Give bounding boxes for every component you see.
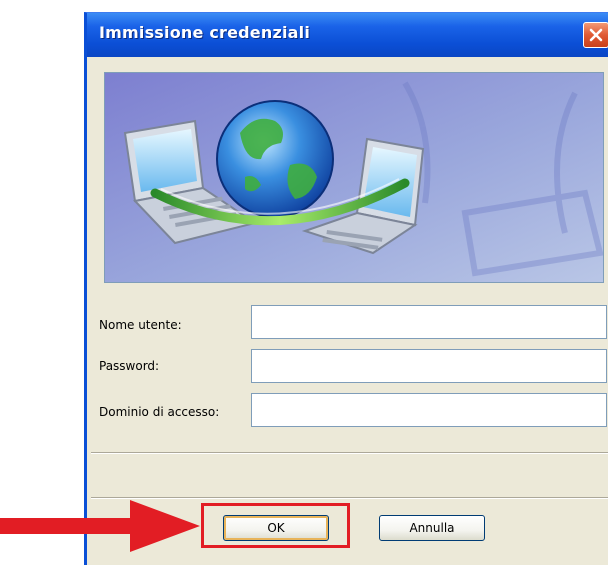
network-illustration-icon [105, 73, 603, 282]
network-banner-image [104, 72, 604, 283]
domain-input[interactable] [251, 393, 607, 427]
divider-upper [91, 452, 608, 454]
screenshot-stage: Immissione credenziali Nome utente: Pass… [0, 0, 608, 565]
pointer-arrow-icon [0, 500, 200, 552]
password-label: Password: [99, 359, 160, 373]
close-icon [589, 28, 603, 42]
dialog-title: Immissione credenziali [99, 23, 311, 42]
ok-button[interactable]: OK [223, 515, 329, 541]
dialog-titlebar[interactable]: Immissione credenziali [87, 13, 608, 57]
credentials-dialog: Immissione credenziali Nome utente: Pass… [84, 12, 608, 565]
username-input[interactable] [251, 305, 607, 339]
username-label: Nome utente: [99, 318, 182, 332]
close-button[interactable] [583, 22, 608, 48]
password-input[interactable] [251, 349, 607, 383]
cancel-button[interactable]: Annulla [379, 515, 485, 541]
domain-label: Dominio di accesso: [99, 405, 220, 419]
